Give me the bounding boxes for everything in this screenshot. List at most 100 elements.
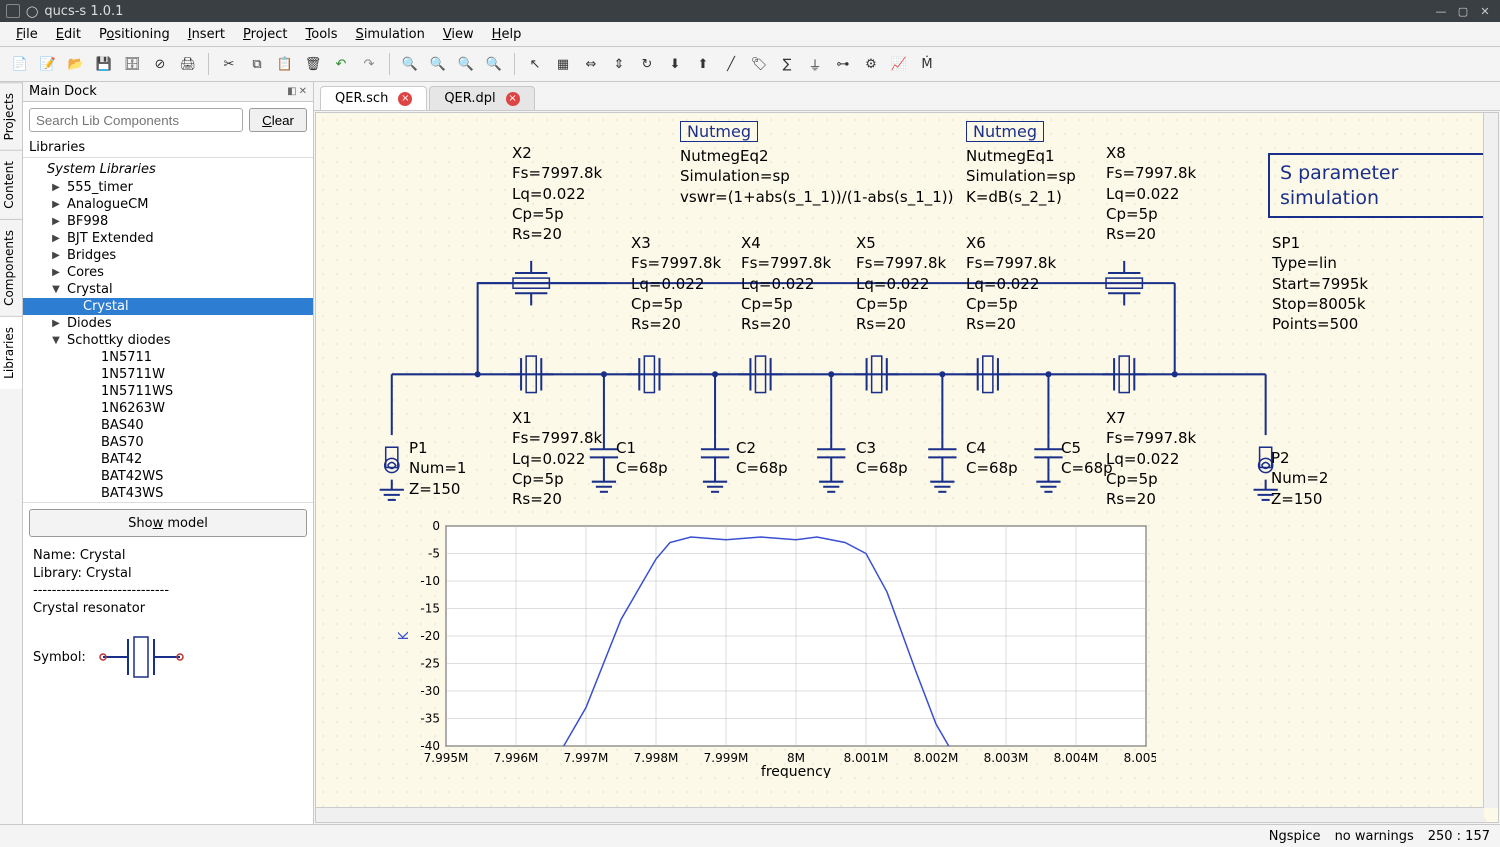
dock-close-icon[interactable]: ✕	[299, 86, 307, 97]
nutmeg-box-1[interactable]: Nutmeg	[680, 121, 758, 142]
search-input[interactable]	[29, 108, 243, 132]
side-tab-projects[interactable]: Projects	[0, 82, 22, 150]
show-model-button[interactable]: Show model	[29, 509, 307, 537]
comp-c2[interactable]: C2 C=68p	[736, 438, 788, 479]
menu-edit[interactable]: Edit	[48, 25, 89, 44]
nutmeg-eq-1[interactable]: NutmegEq1 Simulation=sp K=dB(s_2_1)	[966, 146, 1076, 207]
comp-c1[interactable]: C1 C=68p	[616, 438, 668, 479]
tab-close-icon[interactable]: ×	[506, 92, 520, 106]
tree-item-crystal[interactable]: ▼Crystal	[23, 281, 313, 298]
rotate-icon[interactable]: ↻	[635, 52, 659, 76]
zoom-fit-icon[interactable]: 🔍	[454, 52, 478, 76]
menu-help[interactable]: Help	[484, 25, 530, 44]
canvas-scrollbar-h[interactable]	[316, 807, 1484, 822]
deactivate-icon[interactable]: ⬇	[663, 52, 687, 76]
maximize-button[interactable]: ▢	[1454, 4, 1472, 18]
simulate-icon[interactable]: ⚙	[859, 52, 883, 76]
tree-item-1n5711ws[interactable]: 1N5711WS	[23, 383, 313, 400]
minimize-button[interactable]: —	[1432, 4, 1450, 18]
tree-item-bat42ws[interactable]: BAT42WS	[23, 468, 313, 485]
comp-x7[interactable]: X7 Fs=7997.8k Lq=0.022 Cp=5p Rs=20	[1106, 408, 1196, 509]
equation-icon[interactable]: ∑	[775, 52, 799, 76]
wire-label-icon[interactable]: 🏷	[747, 52, 771, 76]
copy-icon[interactable]: ⧉	[245, 52, 269, 76]
tree-item-1n6263w[interactable]: 1N6263W	[23, 400, 313, 417]
comp-x3[interactable]: X3 Fs=7997.8k Lq=0.022 Cp=5p Rs=20	[631, 233, 721, 334]
clear-button[interactable]: Clear	[249, 108, 307, 132]
cut-icon[interactable]: ✂	[217, 52, 241, 76]
side-tab-content[interactable]: Content	[0, 150, 22, 219]
dock-float-icon[interactable]: ◧	[287, 86, 296, 97]
tree-item-555[interactable]: ▶555_timer	[23, 179, 313, 196]
tree-item-bas70[interactable]: BAS70	[23, 434, 313, 451]
tree-item-bf998[interactable]: ▶BF998	[23, 213, 313, 230]
print-icon[interactable]: 🖨	[176, 52, 200, 76]
tree-item-1n5711[interactable]: 1N5711	[23, 349, 313, 366]
schematic-canvas[interactable]: X2 Fs=7997.8k Lq=0.022 Cp=5p Rs=20 X8 Fs…	[316, 113, 1498, 822]
nutmeg-box-2[interactable]: Nutmeg	[966, 121, 1044, 142]
comp-sp1[interactable]: SP1 Type=lin Start=7995k Stop=8005k Poin…	[1272, 233, 1368, 334]
mirror-x-icon[interactable]: ⇔	[579, 52, 603, 76]
menu-positioning[interactable]: Positioning	[91, 25, 178, 44]
tree-item-bat43ws[interactable]: BAT43WS	[23, 485, 313, 502]
tree-item-bjt-extended[interactable]: ▶BJT Extended	[23, 230, 313, 247]
select-icon[interactable]: ↖	[523, 52, 547, 76]
tab-qer-sch[interactable]: QER.sch ×	[320, 86, 427, 110]
tree-item-schottky[interactable]: ▼Schottky diodes	[23, 332, 313, 349]
comp-x4[interactable]: X4 Fs=7997.8k Lq=0.022 Cp=5p Rs=20	[741, 233, 831, 334]
side-tab-components[interactable]: Components	[0, 219, 22, 316]
comp-p1[interactable]: P1 Num=1 Z=150	[409, 438, 466, 499]
nutmeg-eq-2[interactable]: NutmegEq2 Simulation=sp vswr=(1+abs(s_1_…	[680, 146, 954, 207]
save-icon[interactable]: 💾	[92, 52, 116, 76]
new-text-icon[interactable]: 📝	[36, 52, 60, 76]
tree-item-analoguecm[interactable]: ▶AnalogueCM	[23, 196, 313, 213]
menu-insert[interactable]: Insert	[180, 25, 233, 44]
paste-icon[interactable]: 📋	[273, 52, 297, 76]
redo-icon[interactable]: ↷	[357, 52, 381, 76]
delete-icon[interactable]: 🗑	[301, 52, 325, 76]
menu-project[interactable]: Project	[235, 25, 296, 44]
port-icon[interactable]: ⊶	[831, 52, 855, 76]
zoom-in-icon[interactable]: 🔍	[398, 52, 422, 76]
zoom-out-icon[interactable]: 🔍	[426, 52, 450, 76]
save-all-icon[interactable]: 🗄	[120, 52, 144, 76]
sparam-box[interactable]: S parameter simulation	[1268, 153, 1498, 218]
comp-x5[interactable]: X5 Fs=7997.8k Lq=0.022 Cp=5p Rs=20	[856, 233, 946, 334]
menu-file[interactable]: File	[8, 25, 46, 44]
library-tree[interactable]: System Libraries ▶555_timer ▶AnalogueCM …	[23, 157, 313, 503]
menu-view[interactable]: View	[435, 25, 482, 44]
canvas-scrollbar-v[interactable]	[1483, 113, 1498, 808]
show-results-icon[interactable]: 📈	[887, 52, 911, 76]
tree-item-crystal-crystal[interactable]: Crystal	[23, 298, 313, 315]
wire-icon[interactable]: ╱	[719, 52, 743, 76]
go-up-icon[interactable]: ⬆	[691, 52, 715, 76]
side-tab-libraries[interactable]: Libraries	[0, 316, 22, 389]
ground-icon[interactable]: ⏚	[803, 52, 827, 76]
tree-item-diodes[interactable]: ▶Diodes	[23, 315, 313, 332]
result-chart[interactable]: 0-5-10-15-20-25-30-35-407.995M7.996M7.99…	[396, 518, 1156, 778]
tree-item-bridges[interactable]: ▶Bridges	[23, 247, 313, 264]
close-doc-icon[interactable]: ⊘	[148, 52, 172, 76]
comp-p2[interactable]: P2 Num=2 Z=150	[1271, 448, 1328, 509]
comp-x6[interactable]: X6 Fs=7997.8k Lq=0.022 Cp=5p Rs=20	[966, 233, 1056, 334]
zoom-100-icon[interactable]: 🔍	[482, 52, 506, 76]
comp-c3[interactable]: C3 C=68p	[856, 438, 908, 479]
tree-item-bas40[interactable]: BAS40	[23, 417, 313, 434]
set-marker-icon[interactable]: Ṁ	[915, 52, 939, 76]
tree-item-1n5711w[interactable]: 1N5711W	[23, 366, 313, 383]
comp-x1[interactable]: X1 Fs=7997.8k Lq=0.022 Cp=5p Rs=20	[512, 408, 602, 509]
open-icon[interactable]: 📂	[64, 52, 88, 76]
comp-c5[interactable]: C5 C=68p	[1061, 438, 1113, 479]
tab-close-icon[interactable]: ×	[398, 92, 412, 106]
comp-c4[interactable]: C4 C=68p	[966, 438, 1018, 479]
tab-qer-dpl[interactable]: QER.dpl ×	[429, 86, 534, 110]
tree-item-cores[interactable]: ▶Cores	[23, 264, 313, 281]
close-window-button[interactable]: ✕	[1476, 4, 1494, 18]
select-marker-icon[interactable]: ▦	[551, 52, 575, 76]
undo-icon[interactable]: ↶	[329, 52, 353, 76]
new-icon[interactable]: 📄	[8, 52, 32, 76]
menu-tools[interactable]: Tools	[298, 25, 346, 44]
comp-x2[interactable]: X2 Fs=7997.8k Lq=0.022 Cp=5p Rs=20	[512, 143, 602, 244]
menu-simulation[interactable]: Simulation	[348, 25, 433, 44]
tree-item-bat42[interactable]: BAT42	[23, 451, 313, 468]
